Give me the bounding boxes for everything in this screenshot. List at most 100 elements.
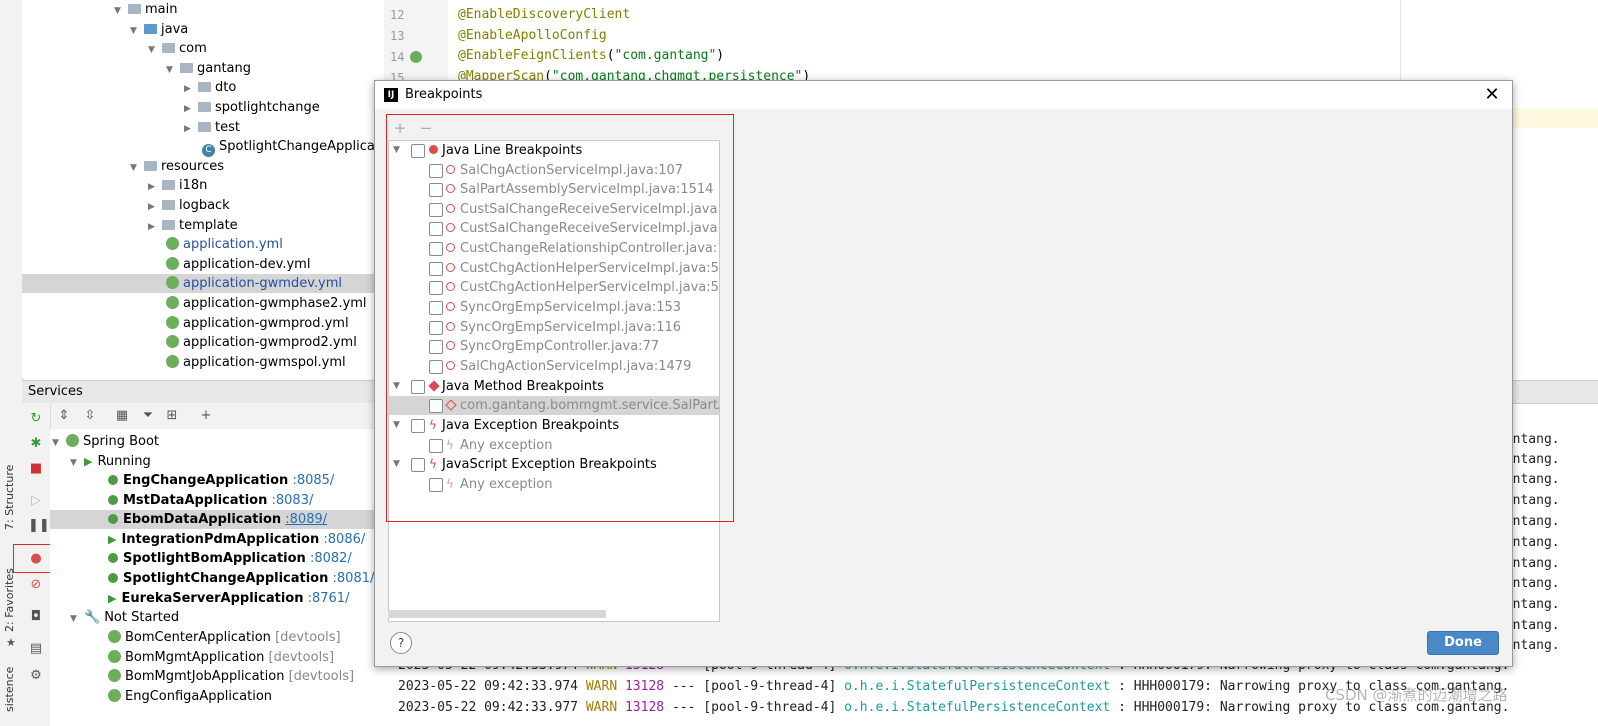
tree-item[interactable]: C SpotlightChangeApplicatio	[202, 137, 384, 157]
tree-item[interactable]: ▶ template	[148, 216, 238, 235]
favorites-tab[interactable]: 2: Favorites	[3, 568, 16, 632]
tree-item[interactable]: ▼ com	[148, 39, 207, 58]
tree-item[interactable]: application.yml	[166, 235, 283, 254]
tree-item[interactable]: application-gwmprod.yml	[166, 314, 349, 333]
resources-folder-icon	[144, 161, 157, 171]
spring-icon	[108, 689, 121, 702]
dialog-titlebar: IJ Breakpoints ✕	[375, 81, 1512, 109]
tree-item[interactable]: ▶ i18n	[148, 176, 207, 195]
run-icon: ▶	[108, 592, 117, 605]
yml-icon	[166, 355, 179, 368]
source-folder-icon	[144, 24, 157, 34]
spring-icon	[108, 630, 121, 643]
services-tree: ▼ Spring Boot ▼ ▶ Running EngChangeApplicat…	[50, 430, 384, 726]
package-icon	[162, 43, 175, 53]
yml-icon	[166, 237, 179, 250]
not-started-node[interactable]: ▼ 🔧 Not Started	[70, 608, 179, 627]
yml-icon	[166, 316, 179, 329]
help-button[interactable]: ?	[390, 632, 412, 654]
left-tool-strip: 7: Structure ★ 2: Favorites sistence	[0, 0, 23, 726]
structure-tab[interactable]: 7: Structure	[3, 465, 16, 530]
tree-item[interactable]: ▼ main	[114, 0, 177, 19]
service-item-selected[interactable]: EbomDataApplication :8089/	[50, 510, 384, 529]
add-service-icon[interactable]: +	[198, 408, 214, 424]
tree-item[interactable]: ▼ java	[130, 20, 188, 39]
tree-item-selected[interactable]: application-gwmdev.yml	[22, 274, 384, 293]
code-line: @EnableFeignClients("com.gantang")	[458, 48, 725, 63]
spring-icon	[66, 434, 79, 447]
intellij-icon: IJ	[384, 88, 398, 102]
watermark: CSDN @渐煮的迈潮增之路	[1325, 686, 1508, 704]
group-by-icon[interactable]: ▦	[114, 408, 130, 424]
camera-icon[interactable]: ◘	[28, 609, 44, 625]
tree-item[interactable]: ▶ logback	[148, 196, 230, 215]
tree-item[interactable]: ▶ spotlightchange	[184, 98, 320, 117]
service-item[interactable]: SpotlightBomApplication :8082/	[108, 549, 352, 568]
class-icon: C	[202, 144, 215, 157]
close-icon[interactable]: ✕	[1480, 83, 1504, 107]
tree-item[interactable]: ▶ dto	[184, 78, 236, 97]
folder-icon	[162, 220, 175, 230]
settings-icon[interactable]: ⚙	[28, 668, 44, 684]
service-item[interactable]: BomCenterApplication [devtools]	[108, 628, 341, 647]
debug-icon	[108, 495, 118, 505]
debug-icon	[108, 553, 118, 563]
spring-bean-icon[interactable]	[410, 51, 422, 63]
rerun-icon[interactable]: ↻	[28, 411, 44, 427]
service-item[interactable]: EngChangeApplication :8085/	[108, 471, 334, 490]
running-node[interactable]: ▼ ▶ Running	[70, 452, 151, 471]
folder-icon	[162, 180, 175, 190]
debug-icon	[108, 573, 118, 583]
dialog-title: Breakpoints	[405, 87, 483, 102]
debug-icon[interactable]: ✱	[28, 436, 44, 452]
current-line-highlight	[1511, 108, 1598, 128]
filter-icon[interactable]: ⏷	[140, 408, 156, 424]
tree-item[interactable]: application-gwmspol.yml	[166, 353, 346, 372]
horizontal-scrollbar[interactable]	[388, 610, 606, 618]
service-item[interactable]: MstDataApplication :8083/	[108, 491, 313, 510]
service-item[interactable]: ▶ IntegrationPdmApplication :8086/	[108, 530, 365, 549]
pause-icon[interactable]: ❚❚	[28, 518, 50, 534]
package-icon	[180, 63, 193, 73]
package-icon	[198, 82, 211, 92]
breakpoints-dialog: IJ Breakpoints ✕ + − ▼ Java Line Breakpo…	[374, 80, 1513, 667]
service-item[interactable]: ▶ EurekaServerApplication :8761/	[108, 589, 349, 608]
tree-item[interactable]: application-gwmprod2.yml	[166, 333, 357, 352]
layout-icon[interactable]: ▤	[28, 641, 44, 657]
line-number: 12	[390, 8, 405, 22]
folder-icon	[128, 4, 141, 14]
stop-icon[interactable]: ■	[28, 461, 44, 477]
debug-icon	[108, 514, 118, 524]
spring-boot-node[interactable]: ▼ Spring Boot	[52, 432, 159, 451]
service-item[interactable]: EngConfigaApplication	[108, 687, 272, 706]
run-icon: ▶	[84, 455, 93, 468]
project-tree: ▼ main ▼ java ▼ com ▼ gantang ▶ dto ▶ spotligh…	[22, 0, 384, 378]
new-tab-icon[interactable]: ⊞	[164, 408, 180, 424]
package-icon	[198, 102, 211, 112]
mute-breakpoints-icon[interactable]: ⊘	[28, 577, 44, 593]
tree-item[interactable]: ▼ resources	[130, 157, 224, 176]
done-button[interactable]: Done	[1427, 631, 1499, 655]
collapse-all-icon[interactable]: ⇳	[82, 408, 98, 424]
wrench-icon: 🔧	[84, 610, 101, 625]
service-item[interactable]: BomMgmtJobApplication [devtools]	[108, 667, 354, 686]
spring-icon	[108, 650, 121, 663]
code-line: @EnableDiscoveryClient	[458, 7, 631, 22]
services-toolbar: ⇕ ⇳ ▦ ⏷ ⊞ +	[22, 403, 384, 429]
yml-icon	[166, 335, 179, 348]
line-number: 13	[390, 29, 405, 43]
folder-icon	[162, 200, 175, 210]
tree-item[interactable]: application-gwmphase2.yml	[166, 294, 367, 313]
tree-item[interactable]: application-dev.yml	[166, 255, 310, 274]
resume-icon[interactable]: ▷	[28, 493, 44, 509]
expand-all-icon[interactable]: ⇕	[56, 408, 72, 424]
tree-item[interactable]: ▼ gantang	[166, 59, 251, 78]
yml-icon	[166, 257, 179, 270]
yml-icon	[166, 276, 179, 289]
tree-item[interactable]: ▶ test	[184, 118, 240, 137]
package-icon	[198, 122, 211, 132]
service-item[interactable]: BomMgmtApplication [devtools]	[108, 648, 334, 667]
persistence-tab[interactable]: sistence	[3, 667, 16, 712]
services-title: Services	[28, 384, 83, 399]
service-item[interactable]: SpotlightChangeApplication :8081/	[108, 569, 374, 588]
